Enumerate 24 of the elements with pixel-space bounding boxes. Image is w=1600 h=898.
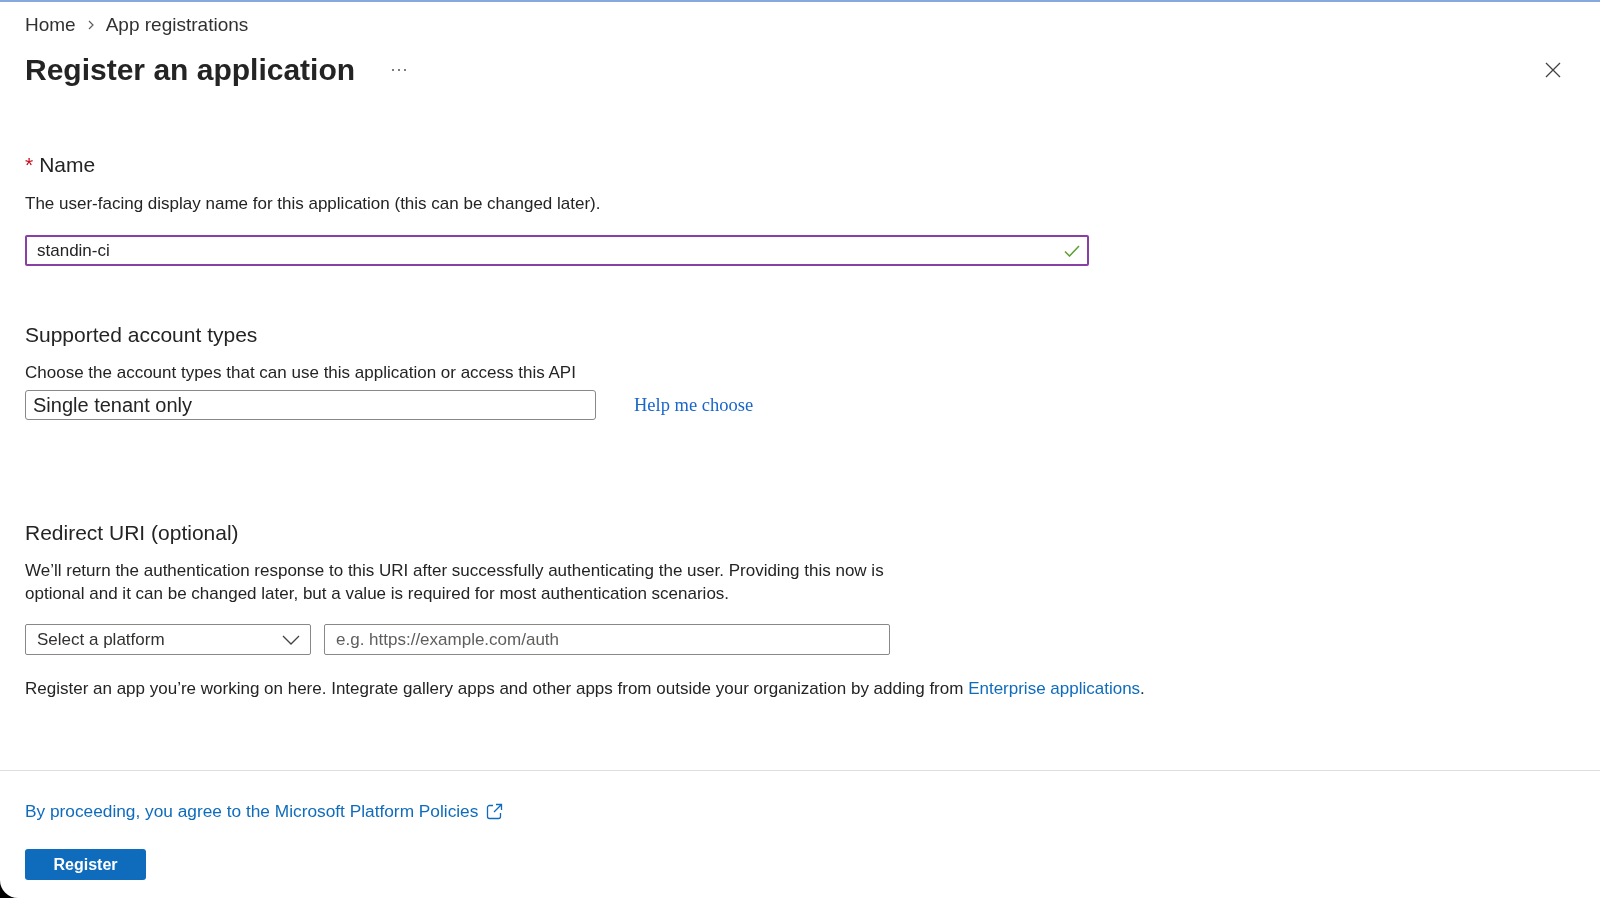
section-description: We’ll return the authentication response to this URI after successfully authenticating the user. Providing this now is optional and it can be changed later, but a value is required for most authentication scenarios.: [25, 560, 885, 605]
close-icon[interactable]: [1545, 62, 1561, 78]
chevron-down-icon: [282, 634, 300, 645]
breadcrumb-link[interactable]: Home: [25, 13, 76, 37]
account-type-field[interactable]: Single tenant only: [25, 390, 596, 420]
field-label: Name: [39, 152, 96, 178]
help-link[interactable]: Help me choose: [634, 394, 754, 416]
field-description: The user-facing display name for this application (this can be changed later).: [25, 193, 602, 215]
breadcrumb-link[interactable]: App registrations: [105, 13, 249, 37]
section-title: Redirect URI (optional): [25, 520, 240, 546]
platform-dropdown[interactable]: Select a platform: [25, 624, 311, 655]
enterprise-applications-link[interactable]: Enterprise applications: [968, 679, 1141, 698]
chevron-right-icon: [87, 20, 94, 30]
page-title: Register an application: [25, 52, 356, 88]
register-button[interactable]: Register: [25, 849, 146, 880]
external-link-icon[interactable]: [486, 802, 504, 820]
more-icon[interactable]: [391, 68, 408, 72]
redirect-uri-field[interactable]: e.g. https://example.com/auth: [324, 624, 890, 655]
info-text: Register an app you’re working on here. Integrate gallery apps and other apps from outside your organization by adding from Enterprise applications.: [25, 678, 1146, 700]
required-marker: *: [25, 152, 34, 178]
section-description: Choose the account types that can use this application or access this API: [25, 362, 577, 384]
section-title: Supported account types: [25, 322, 259, 348]
policy-link[interactable]: By proceeding, you agree to the Microsoft Platform Policies: [25, 799, 504, 823]
name-input-field[interactable]: standin-ci: [25, 235, 1089, 266]
